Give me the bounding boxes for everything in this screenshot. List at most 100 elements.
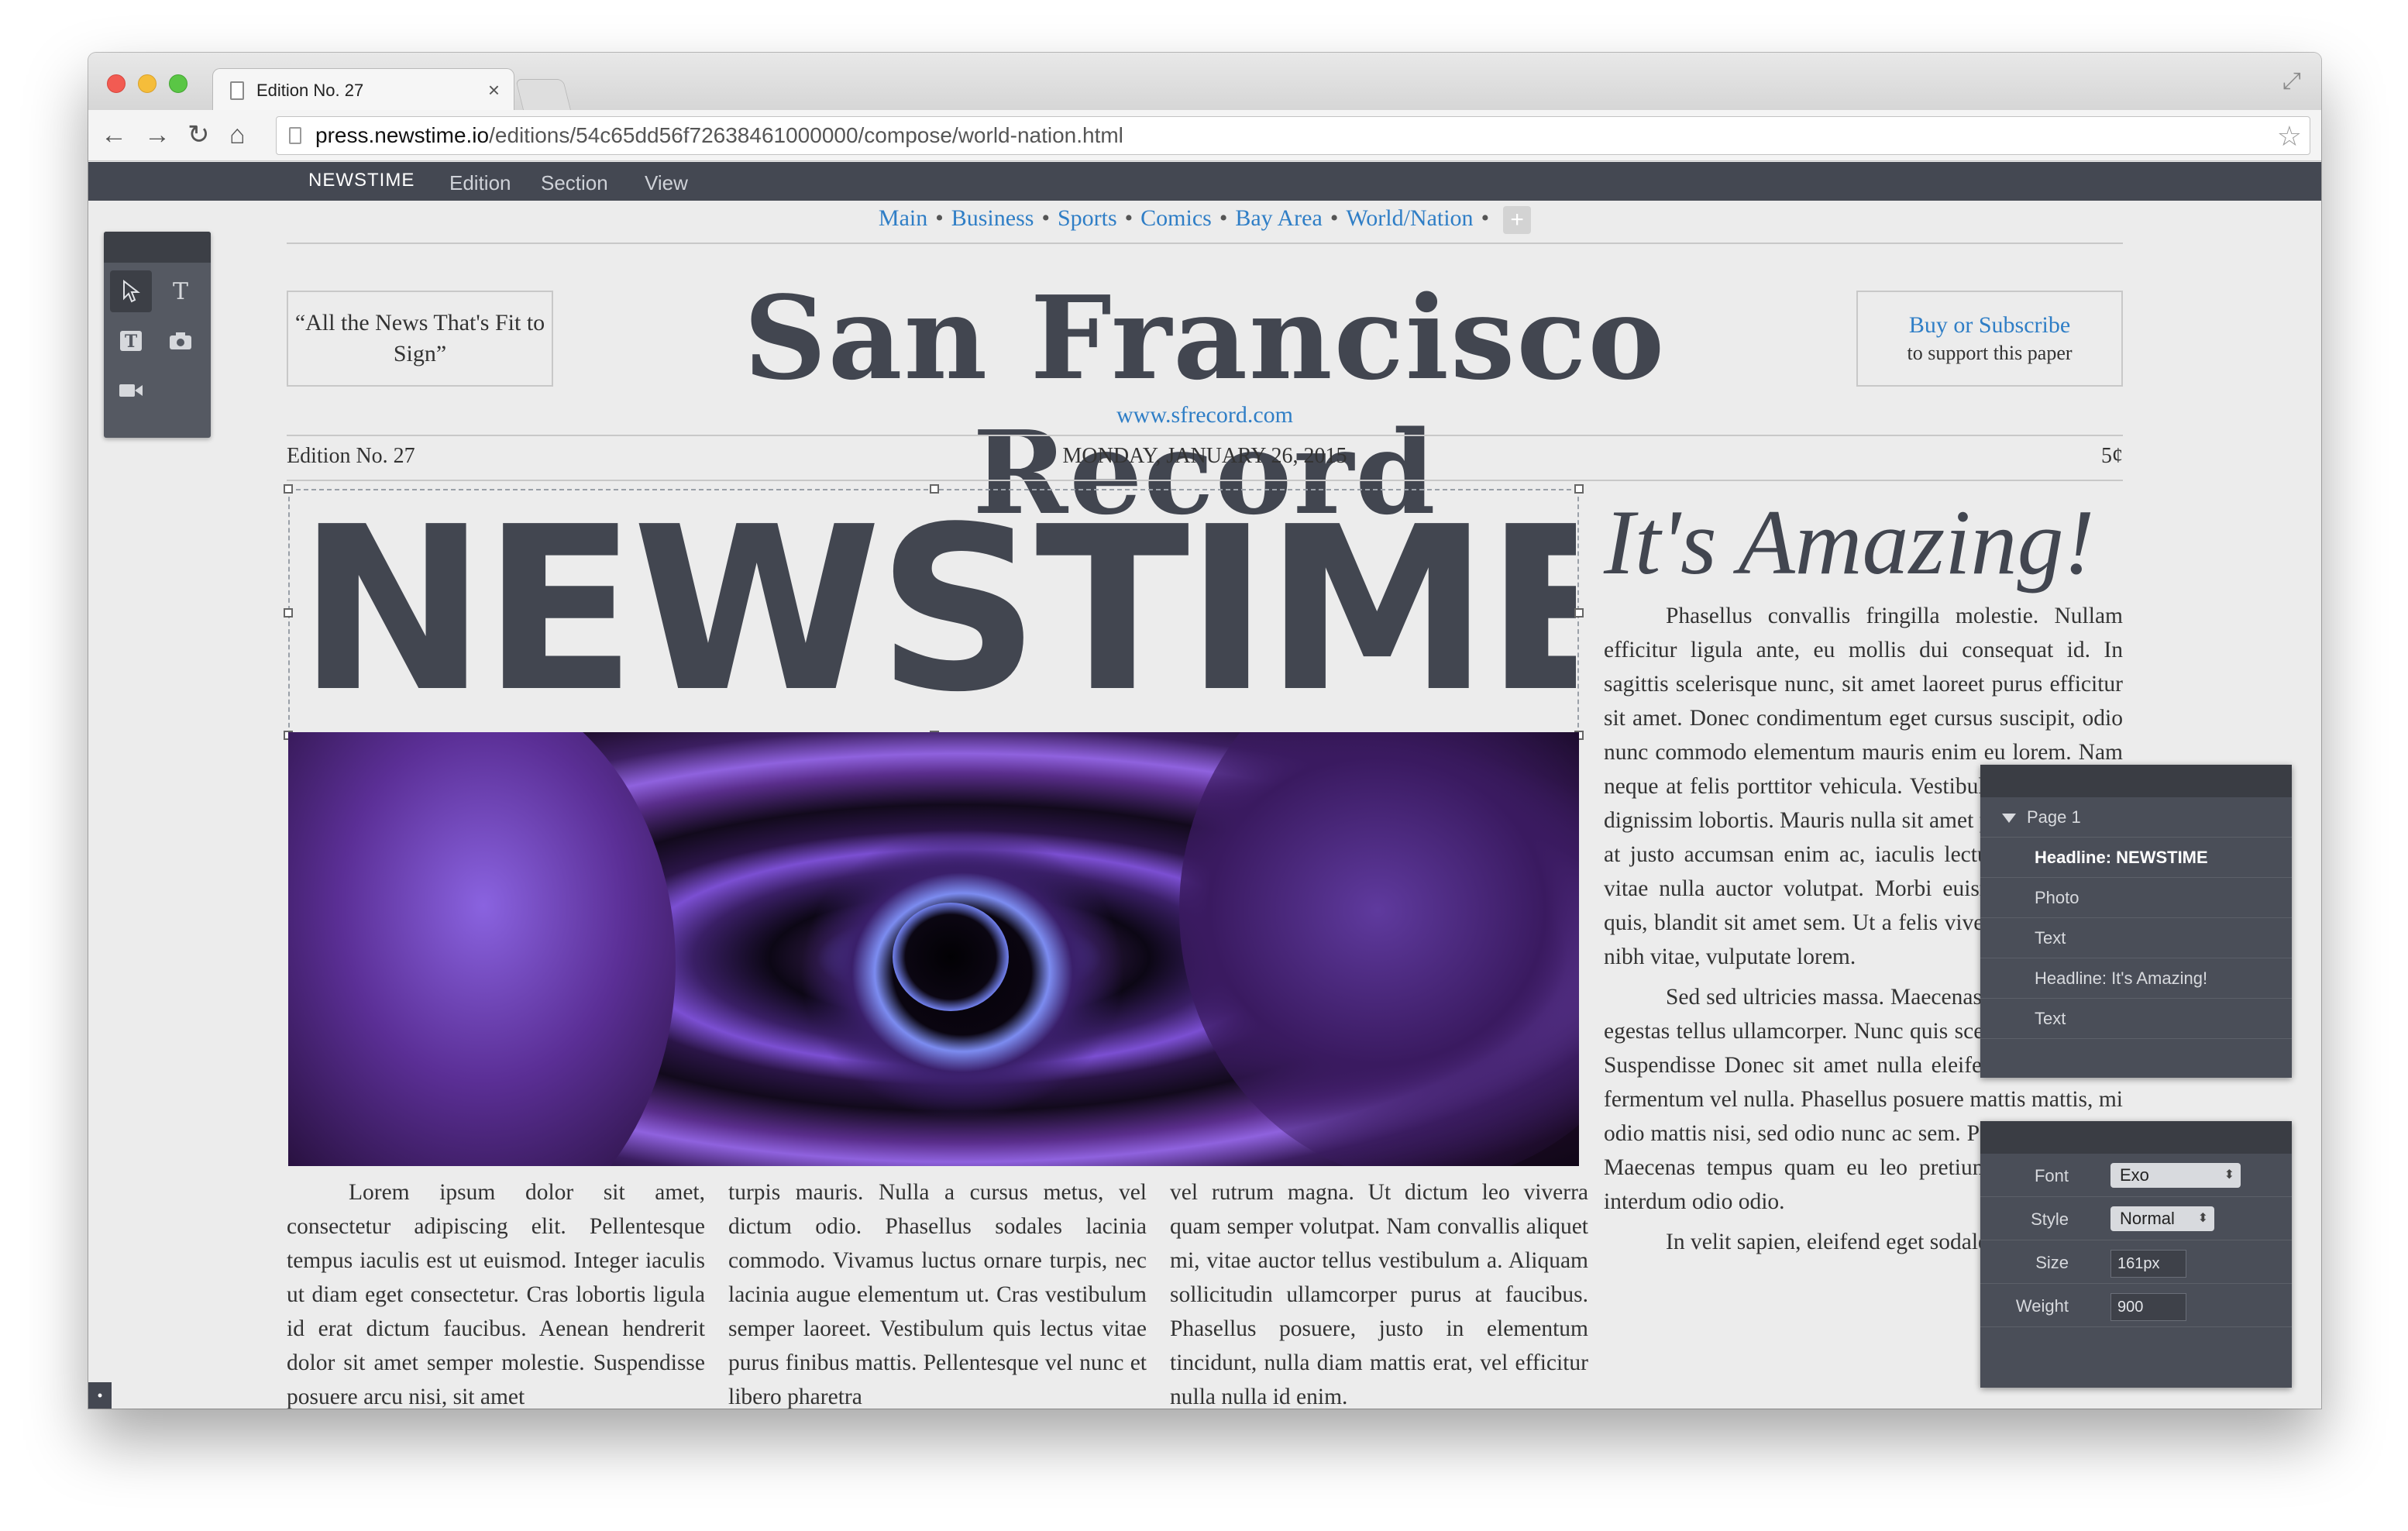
section-link-bay-area[interactable]: Bay Area [1235,205,1322,231]
rose-photo[interactable] [288,732,1579,1166]
weight-input[interactable]: 900 [2110,1293,2186,1321]
weight-label: Weight [2015,1296,2069,1316]
left-ear-box: “All the News That's Fit to Sign” [287,291,553,387]
subscribe-link[interactable]: Buy or Subscribe [1858,312,2121,339]
forward-arrow-icon[interactable]: → [144,118,170,152]
separator-dot: • [935,205,944,231]
layer-photo[interactable]: Photo [1980,878,2292,918]
home-icon[interactable]: ⌂ [229,118,246,152]
status-toggle-button[interactable]: • [88,1382,112,1409]
select-arrows-icon: ⬍ [2224,1168,2234,1182]
zoom-window-button[interactable] [169,74,187,93]
headline-tool-icon[interactable]: T [110,320,152,362]
menu-edition[interactable]: Edition [449,171,511,195]
resize-handle[interactable] [284,484,293,494]
browser-toolbar: ← → ↻ ⌂ press.newstime.io /editions/54c6… [88,110,2321,161]
main-headline[interactable]: NEWSTIME [298,494,1576,726]
size-input[interactable]: 161px [2110,1250,2186,1278]
menu-view[interactable]: View [645,171,688,195]
app-menu-bar: NEWSTIME Edition Section View [88,162,2321,201]
video-icon[interactable] [110,370,152,411]
new-tab-button[interactable] [515,79,571,110]
menu-section[interactable]: Section [541,171,608,195]
photo-core [893,903,1009,1011]
photo-petal [288,732,676,1166]
article-column-2[interactable]: turpis mauris. Nulla a cursus metus, vel… [728,1175,1147,1409]
expand-triangle-icon[interactable] [2002,814,2016,824]
style-value: Normal [2120,1209,2175,1228]
tools-palette: T T [104,232,211,438]
back-arrow-icon[interactable]: ← [101,118,127,152]
section-link-world-nation[interactable]: World/Nation [1346,205,1473,231]
font-row: Font Exo ⬍ [1980,1154,2292,1197]
url-host: press.newstime.io [315,123,490,147]
browser-window: Edition No. 27 × ⤢ ← → ↻ ⌂ press.newstim… [88,53,2321,1409]
weight-row: Weight 900 [1980,1284,2292,1327]
style-select[interactable]: Normal ⬍ [2110,1206,2214,1231]
separator-dot: • [1041,205,1050,231]
minimize-window-button[interactable] [138,74,157,93]
camera-icon[interactable] [160,320,201,362]
size-label: Size [2035,1253,2069,1272]
section-link-sports[interactable]: Sports [1058,205,1117,231]
tab-close-icon[interactable]: × [488,78,500,102]
page-icon [289,127,301,144]
font-value: Exo [2120,1165,2149,1185]
section-link-business[interactable]: Business [951,205,1034,231]
site-url-link[interactable]: www.sfrecord.com [287,402,2123,428]
side-headline[interactable]: It's Amazing! [1604,492,2123,593]
right-ear-box: Buy or Subscribe to support this paper [1856,291,2123,387]
url-path: /editions/54c65dd56f72638461000000/compo… [489,123,1123,147]
subscribe-subtext: to support this paper [1907,342,2073,364]
section-link-comics[interactable]: Comics [1140,205,1212,231]
ear-slogan: “All the News That's Fit to Sign” [294,310,545,366]
document-icon [230,81,244,100]
folio-line: Edition No. 27 MONDAY, JANUARY 26, 2015 … [287,435,2123,481]
layer-page-label: Page 1 [2027,807,2081,827]
section-link-main[interactable]: Main [879,205,927,231]
properties-panel: Font Exo ⬍ Style Normal ⬍ Size 161px Weigh… [1980,1121,2292,1388]
text-icon[interactable]: T [160,270,201,312]
style-label: Style [2031,1209,2069,1229]
bookmark-star-icon[interactable]: ☆ [2277,120,2302,153]
font-label: Font [2034,1166,2069,1185]
section-nav: Main • Business • Sports • Comics • Bay Area • Wor… [287,205,2123,244]
separator-dot: • [1481,205,1490,231]
tab-strip: Edition No. 27 × ⤢ [88,53,2321,112]
issue-date: MONDAY, JANUARY 26, 2015 [1062,444,1347,468]
pointer-icon[interactable] [110,270,152,312]
style-row: Style Normal ⬍ [1980,1197,2292,1240]
layer-page-1[interactable]: Page 1 [1980,797,2292,838]
fullscreen-icon[interactable]: ⤢ [2282,68,2301,95]
address-bar[interactable]: press.newstime.io /editions/54c65dd56f72… [276,116,2310,155]
article-column-1[interactable]: Lorem ipsum dolor sit amet, consectetur … [287,1175,705,1409]
layers-panel-header[interactable] [1980,765,2292,797]
select-arrows-icon: ⬍ [2197,1212,2208,1225]
editor-canvas: T T Main • Business • Sports • Comics • Bay Area… [88,201,2321,1409]
font-select[interactable]: Exo ⬍ [2110,1163,2241,1188]
article-column-3[interactable]: vel rutrum magna. Ut dictum leo viverra … [1170,1175,1588,1409]
size-row: Size 161px [1980,1240,2292,1284]
reload-icon[interactable]: ↻ [187,118,210,152]
svg-text:T: T [125,332,138,352]
resize-handle[interactable] [1574,484,1584,494]
tools-palette-header[interactable] [104,232,211,263]
close-window-button[interactable] [107,74,126,93]
tab-title: Edition No. 27 [256,80,364,100]
properties-panel-header[interactable] [1980,1121,2292,1154]
brand-logo[interactable]: NEWSTIME [308,170,415,191]
add-section-icon[interactable]: + [1503,206,1532,235]
resize-handle[interactable] [930,484,939,494]
issue-price: 5¢ [2101,444,2123,468]
separator-dot: • [1219,205,1228,231]
layer-text[interactable]: Text [1980,999,2292,1039]
photo-petal [1179,732,1579,1166]
layers-panel: Page 1 Headline: NEWSTIME Photo Text Hea… [1980,765,2292,1078]
browser-tab[interactable]: Edition No. 27 × [212,68,514,112]
layer-text[interactable]: Text [1980,918,2292,958]
selected-headline-frame[interactable]: NEWSTIME [284,484,1584,740]
layer-headline-newstime[interactable]: Headline: NEWSTIME [1980,838,2292,878]
layer-headline-amazing[interactable]: Headline: It's Amazing! [1980,958,2292,999]
resize-handle[interactable] [284,608,293,618]
resize-handle[interactable] [1574,608,1584,618]
